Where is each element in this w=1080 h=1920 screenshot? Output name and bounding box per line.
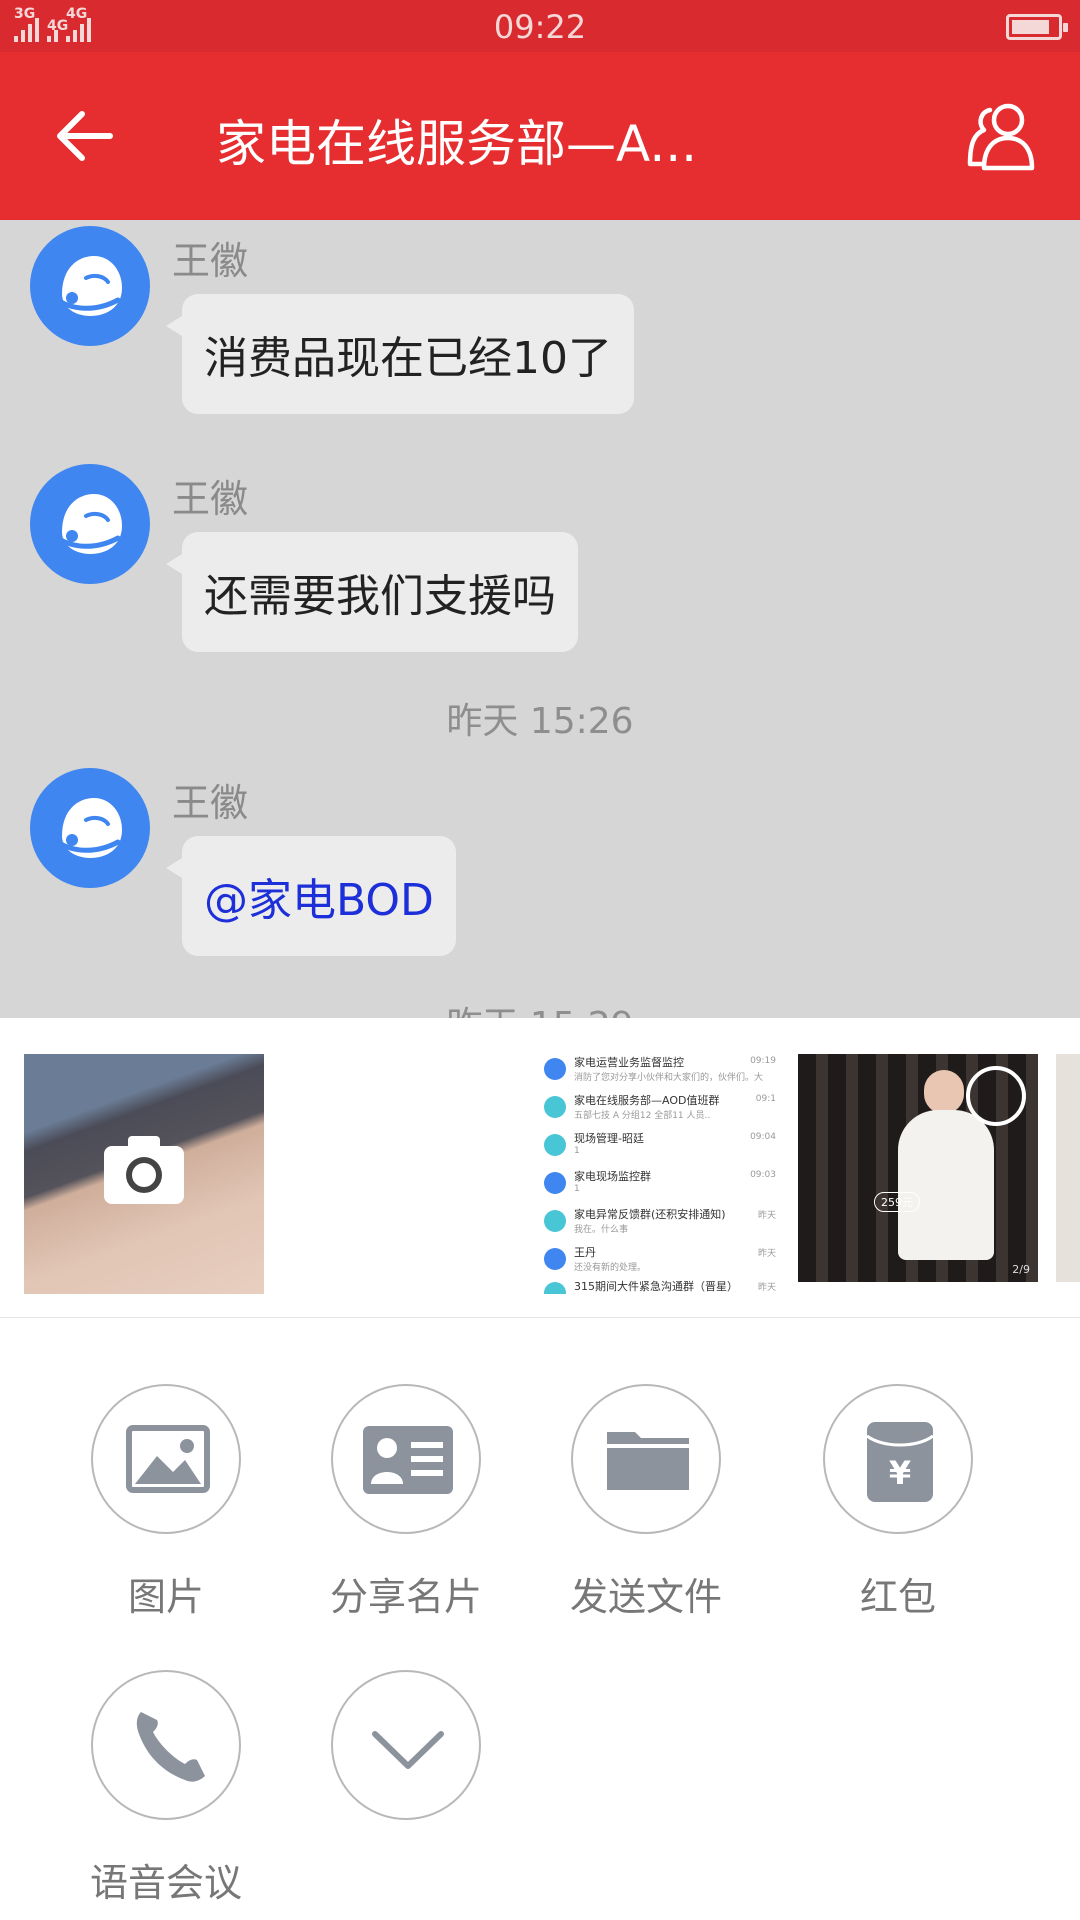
screenshot-row: 家电异常反馈群(还积安排通知) 我在。什么事 昨天 — [536, 1206, 780, 1244]
chevron-down-icon — [372, 1731, 444, 1769]
chat-messages[interactable]: 王徽 消费品现在已经10了 王徽 还需要我们支援吗 昨天 15:26 王徽 @家… — [0, 220, 1080, 1018]
time-divider: 昨天 15:29 — [0, 996, 1080, 1018]
folder-icon — [607, 1432, 689, 1490]
back-button[interactable] — [48, 100, 120, 172]
action-label: 发送文件 — [569, 1575, 722, 1619]
picture-icon — [126, 1425, 210, 1493]
photo-page-indicator: 2/9 — [1012, 1263, 1030, 1276]
action-label: 分享名片 — [329, 1575, 482, 1619]
app-bar: 家电在线服务部—A... — [0, 52, 1080, 220]
time-divider: 昨天 15:26 — [446, 701, 634, 742]
message-bubble[interactable]: 消费品现在已经10了 — [166, 294, 634, 414]
screenshot-row: 家电运营业务监督监控 消防了您对分享小伙伴和大家们的，伙伴们。大 09:19 — [536, 1054, 780, 1092]
picture-button[interactable]: 图片 — [66, 1384, 266, 1621]
group-members-icon — [967, 103, 1035, 171]
action-circle — [331, 1670, 481, 1820]
phone-icon — [136, 1712, 205, 1782]
select-circle-icon[interactable] — [966, 1066, 1026, 1126]
contact-card-icon — [363, 1426, 453, 1494]
row-avatar — [544, 1248, 566, 1270]
group-members-button[interactable] — [964, 98, 1040, 174]
action-circle — [331, 1384, 481, 1534]
screenshot-row: 现场管理-昭廷 1 09:04 — [536, 1130, 780, 1168]
back-arrow-icon — [57, 111, 113, 161]
status-bar: 3G 4G 4G 09:22 — [0, 0, 1080, 52]
row-avatar — [544, 1134, 566, 1156]
action-label: 红包 — [859, 1575, 936, 1619]
bell-logo-icon — [55, 494, 122, 554]
avatar[interactable] — [30, 768, 150, 888]
row-avatar — [544, 1058, 566, 1080]
send-file-button[interactable]: 发送文件 — [546, 1384, 746, 1621]
row-avatar — [544, 1210, 566, 1232]
action-circle: ¥ — [823, 1384, 973, 1534]
action-circle — [91, 1384, 241, 1534]
photo-subject — [924, 1070, 964, 1114]
photo-subject — [898, 1110, 994, 1260]
screenshot-row: 家电现场监控群 1 09:03 — [536, 1168, 780, 1206]
red-envelope-button[interactable]: ¥ 红包 — [798, 1384, 998, 1621]
sender-name: 王徽 — [172, 781, 249, 825]
photo-thumbnail[interactable]: 259元 2/9 — [798, 1054, 1038, 1282]
sender-name: 王徽 — [172, 477, 249, 521]
mention-link[interactable]: @家电BOD — [166, 836, 456, 956]
screenshot-row: 315期间大件紧急沟通群（晋星） 昨天 — [536, 1278, 780, 1294]
row-avatar — [544, 1096, 566, 1118]
row-avatar — [544, 1282, 566, 1294]
camera-icon — [104, 1136, 184, 1204]
action-label: 图片 — [127, 1575, 204, 1619]
message-bubble[interactable]: 还需要我们支援吗 — [166, 532, 578, 652]
photo-thumbnail[interactable]: 家电运营业务监督监控 消防了您对分享小伙伴和大家们的，伙伴们。大 09:19 家… — [536, 1054, 780, 1294]
share-contact-card-button[interactable]: 分享名片 — [306, 1384, 506, 1621]
action-grid: 图片 分享名片 发送文件 ¥ 红包 语音会议 — [0, 1318, 1080, 1920]
camera-button[interactable] — [24, 1054, 264, 1294]
action-label: 语音会议 — [89, 1861, 242, 1905]
battery-level — [1012, 20, 1049, 34]
sender-name: 王徽 — [172, 239, 249, 283]
battery-icon — [1006, 14, 1068, 40]
collapse-panel-button[interactable] — [306, 1670, 506, 1852]
screenshot-row: 家电在线服务部—AOD值班群 五部七技 A 分组12 全部11 人员.. 09:… — [536, 1092, 780, 1130]
attachment-panel: 家电运营业务监督监控 消防了您对分享小伙伴和大家们的，伙伴们。大 09:19 家… — [0, 1018, 1080, 1920]
bell-logo-icon — [55, 256, 122, 316]
recent-photos-strip[interactable]: 家电运营业务监督监控 消防了您对分享小伙伴和大家们的，伙伴们。大 09:19 家… — [0, 1018, 1080, 1318]
chat-title: 家电在线服务部—A... — [216, 115, 698, 173]
svg-text:¥: ¥ — [889, 1454, 911, 1492]
row-avatar — [544, 1172, 566, 1194]
voice-conference-button[interactable]: 语音会议 — [66, 1670, 266, 1907]
avatar[interactable] — [30, 464, 150, 584]
status-time: 09:22 — [493, 8, 587, 46]
action-circle — [91, 1670, 241, 1820]
avatar[interactable] — [30, 226, 150, 346]
screenshot-row: 王丹 还没有新的处理。 昨天 — [536, 1244, 780, 1282]
action-circle — [571, 1384, 721, 1534]
bell-logo-icon — [55, 798, 122, 858]
red-envelope-icon: ¥ — [866, 1422, 934, 1502]
photo-thumbnail[interactable] — [1056, 1054, 1080, 1282]
price-tag: 259元 — [874, 1192, 920, 1212]
